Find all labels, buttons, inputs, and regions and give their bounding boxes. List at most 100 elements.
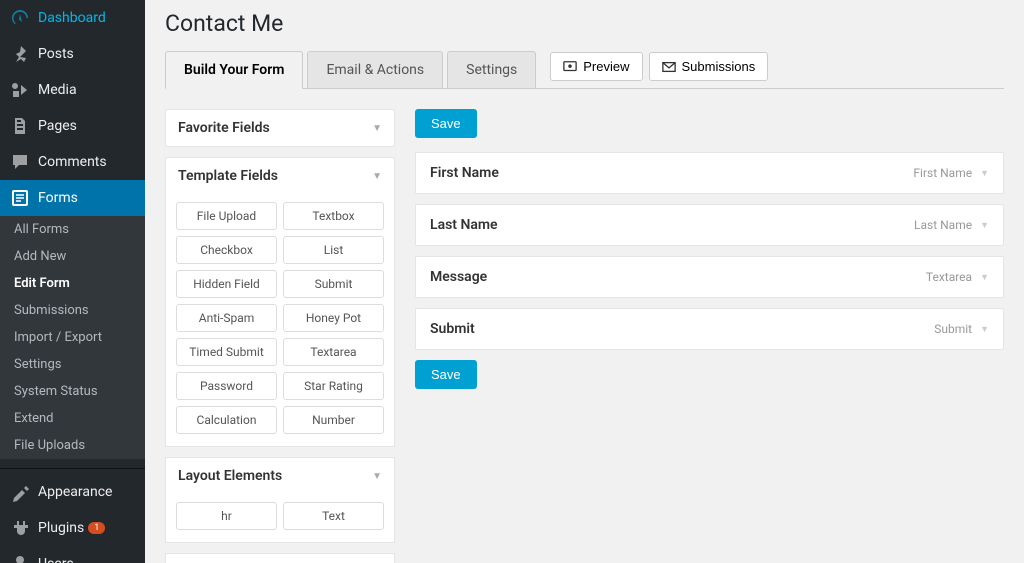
panel-header[interactable]: Template Fields ▼ (166, 158, 394, 194)
submenu-item-import-export[interactable]: Import / Export (0, 324, 145, 351)
field-type-star-rating[interactable]: Star Rating (283, 372, 384, 400)
field-type-timed-submit[interactable]: Timed Submit (176, 338, 277, 366)
mail-icon (662, 60, 676, 74)
panel-user-information: User Information▼First NameLast Name (165, 553, 395, 563)
menu-item-users[interactable]: Users (0, 546, 145, 563)
submenu-item-all-forms[interactable]: All Forms (0, 216, 145, 243)
pages-icon (10, 116, 30, 136)
menu-item-pages[interactable]: Pages (0, 108, 145, 144)
field-type-checkbox[interactable]: Checkbox (176, 236, 277, 264)
media-icon (10, 80, 30, 100)
chevron-down-icon: ▼ (372, 123, 382, 134)
form-field-first-name[interactable]: First Name First Name▼ (415, 152, 1004, 194)
menu-item-forms[interactable]: Forms (0, 180, 145, 216)
field-type-textbox[interactable]: Textbox (283, 202, 384, 230)
save-button-bottom[interactable]: Save (415, 360, 477, 389)
submenu-item-submissions[interactable]: Submissions (0, 297, 145, 324)
field-type-calculation[interactable]: Calculation (176, 406, 277, 434)
form-field-message[interactable]: Message Textarea▼ (415, 256, 1004, 298)
field-type-indicator: Submit ▼ (934, 322, 989, 336)
field-type-hidden-field[interactable]: Hidden Field (176, 270, 277, 298)
menu-item-comments[interactable]: Comments (0, 144, 145, 180)
form-builder: Save First NameFirst Name▼Last NameLast … (415, 109, 1004, 563)
panel-header[interactable]: User Information▼ (166, 554, 394, 563)
field-label: Last Name (430, 217, 498, 233)
comment-icon (10, 152, 30, 172)
appearance-icon (10, 482, 30, 502)
field-label: First Name (430, 165, 499, 181)
submenu-item-file-uploads[interactable]: File Uploads (0, 432, 145, 459)
menu-item-dashboard[interactable]: Dashboard (0, 0, 145, 36)
field-label: Message (430, 269, 487, 285)
field-type-text: Last Name (914, 218, 972, 232)
field-type-honey-pot[interactable]: Honey Pot (283, 304, 384, 332)
field-type-submit[interactable]: Submit (283, 270, 384, 298)
dashboard-icon (10, 8, 30, 28)
form-field-last-name[interactable]: Last Name Last Name ▼ (415, 204, 1004, 246)
chevron-down-icon: ▼ (980, 324, 989, 335)
menu-label: Plugins (38, 520, 84, 536)
field-type-password[interactable]: Password (176, 372, 277, 400)
save-button-top[interactable]: Save (415, 109, 477, 138)
pin-icon (10, 44, 30, 64)
preview-label: Preview (583, 59, 629, 74)
panel-layout-elements: Layout Elements▼hrText (165, 457, 395, 543)
submenu-item-system-status[interactable]: System Status (0, 378, 145, 405)
field-type-textarea[interactable]: Textarea (283, 338, 384, 366)
menu-item-appearance[interactable]: Appearance (0, 474, 145, 510)
submenu-item-edit-form[interactable]: Edit Form (0, 270, 145, 297)
menu-item-posts[interactable]: Posts (0, 36, 145, 72)
submenu-item-extend[interactable]: Extend (0, 405, 145, 432)
form-icon (10, 188, 30, 208)
submenu-item-add-new[interactable]: Add New (0, 243, 145, 270)
menu-item-plugins[interactable]: Plugins 1 (0, 510, 145, 546)
field-type-indicator: Last Name ▼ (914, 218, 989, 232)
field-type-hr[interactable]: hr (176, 502, 277, 530)
panel-title: Template Fields (178, 168, 278, 184)
menu-label: Posts (38, 46, 74, 62)
tab-row: Build Your FormEmail & ActionsSettings P… (165, 51, 1004, 89)
field-type-file-upload[interactable]: File Upload (176, 202, 277, 230)
update-badge: 1 (88, 522, 105, 534)
tab-settings[interactable]: Settings (447, 51, 536, 88)
menu-label: Media (38, 82, 77, 98)
menu-label: Dashboard (38, 10, 106, 26)
submenu-item-settings[interactable]: Settings (0, 351, 145, 378)
field-type-anti-spam[interactable]: Anti-Spam (176, 304, 277, 332)
menu-label: Users (38, 556, 74, 563)
menu-label: Pages (38, 118, 77, 134)
preview-icon (563, 60, 577, 74)
tab-build-your-form[interactable]: Build Your Form (165, 51, 303, 89)
main-content: Contact Me Build Your FormEmail & Action… (145, 0, 1024, 563)
menu-separator (0, 464, 145, 469)
field-type-indicator: First Name▼ (913, 166, 989, 180)
menu-label: Forms (38, 190, 78, 206)
chevron-down-icon: ▼ (980, 272, 989, 283)
field-type-list[interactable]: List (283, 236, 384, 264)
field-type-number[interactable]: Number (283, 406, 384, 434)
plugin-icon (10, 518, 30, 538)
field-type-text: Submit (934, 322, 972, 336)
form-field-submit[interactable]: Submit Submit ▼ (415, 308, 1004, 350)
menu-item-media[interactable]: Media (0, 72, 145, 108)
submissions-button[interactable]: Submissions (649, 52, 769, 81)
chevron-down-icon: ▼ (980, 220, 989, 231)
field-type-text[interactable]: Text (283, 502, 384, 530)
admin-sidebar: Dashboard Posts Media Pages Comments Forms Al… (0, 0, 145, 563)
panel-favorite-fields: Favorite Fields▼ (165, 109, 395, 147)
panel-body: File UploadTextboxCheckboxListHidden Fie… (166, 194, 394, 446)
chevron-down-icon: ▼ (372, 171, 382, 182)
submissions-label: Submissions (682, 59, 756, 74)
field-label: Submit (430, 321, 475, 337)
field-type-indicator: Textarea▼ (926, 270, 989, 284)
menu-label: Comments (38, 154, 107, 170)
panel-header[interactable]: Favorite Fields▼ (166, 110, 394, 146)
tab-email-actions[interactable]: Email & Actions (307, 51, 443, 88)
panel-title: Layout Elements (178, 468, 282, 484)
panel-body: hrText (166, 494, 394, 542)
field-palette: Favorite Fields▼ Template Fields ▼ File Upl… (165, 109, 395, 563)
panel-template-fields: Template Fields ▼ File UploadTextboxCheckb… (165, 157, 395, 447)
panel-header[interactable]: Layout Elements▼ (166, 458, 394, 494)
user-icon (10, 554, 30, 563)
preview-button[interactable]: Preview (550, 52, 642, 81)
